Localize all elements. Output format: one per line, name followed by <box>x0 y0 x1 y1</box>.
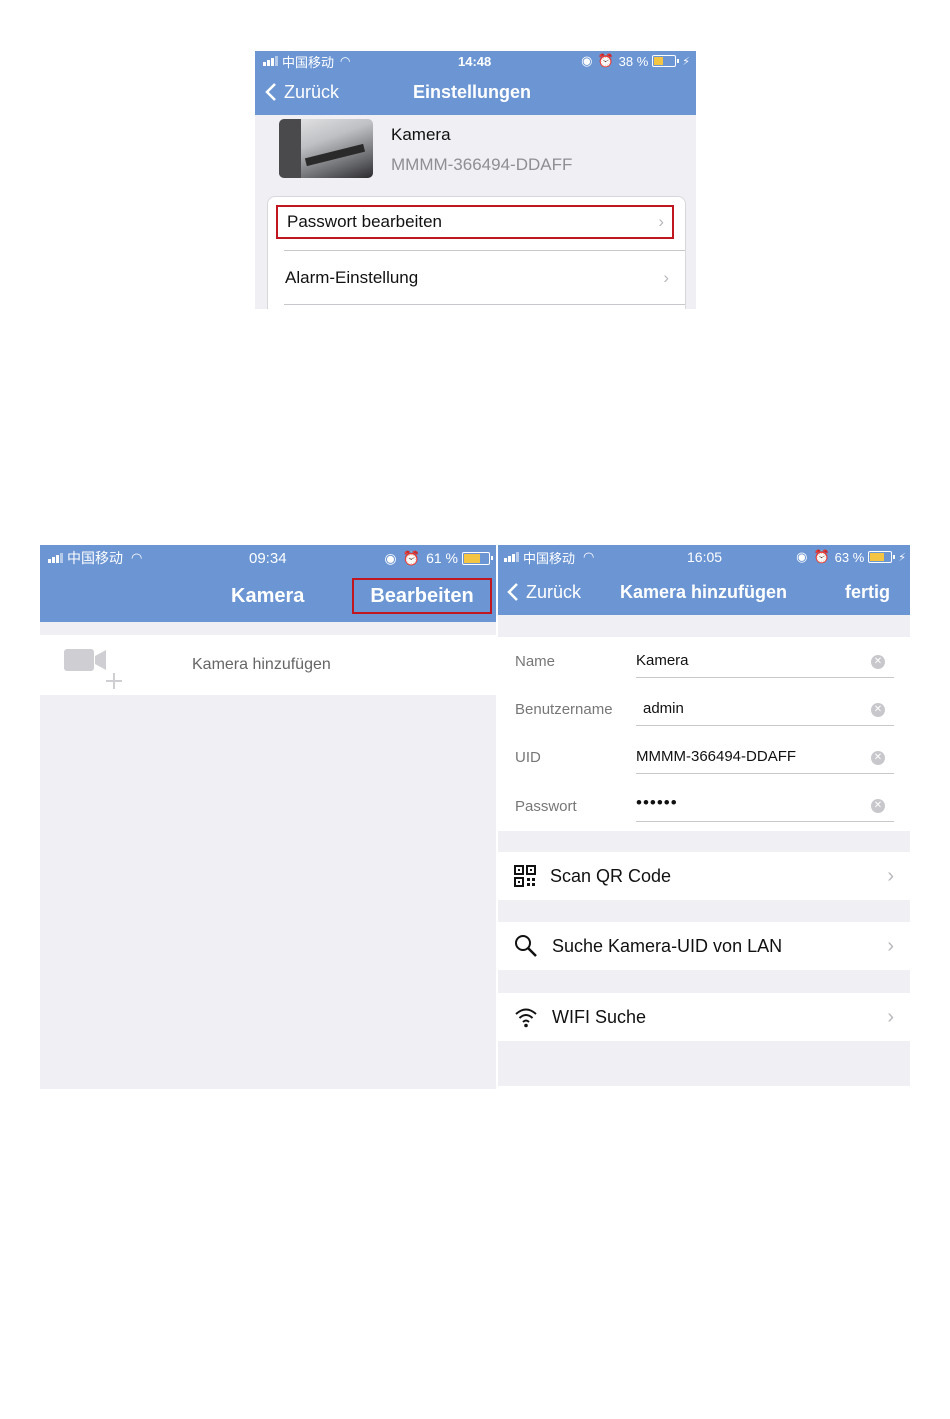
field-underline <box>636 725 894 726</box>
edit-label: Bearbeiten <box>370 584 474 607</box>
chevron-left-icon <box>265 83 276 101</box>
field-label: UID <box>515 749 541 766</box>
add-camera-label: Kamera hinzufügen <box>192 656 331 673</box>
field-label: Benutzername <box>515 701 613 718</box>
back-button[interactable]: Zurück <box>265 79 339 105</box>
divider <box>284 250 685 251</box>
search-lan-row[interactable]: Suche Kamera-UID von LAN › <box>498 922 910 970</box>
form-row-password: Passwort •••••• ✕ <box>498 781 910 829</box>
battery-percent: 61 % <box>426 550 458 566</box>
settings-list: Passwort bearbeiten › Alarm-Einstellung … <box>267 196 686 309</box>
alarm-icon: ⏰ <box>402 549 421 566</box>
scan-qr-row[interactable]: Scan QR Code › <box>498 852 910 900</box>
uid-field[interactable]: MMMM-366494-DDAFF <box>636 748 796 765</box>
back-label: Zurück <box>284 81 340 102</box>
field-underline <box>636 677 894 678</box>
divider <box>284 304 685 305</box>
battery-icon <box>868 551 896 563</box>
clear-icon[interactable]: ✕ <box>871 703 885 717</box>
form-row-username: Benutzername admin ✕ <box>498 685 910 733</box>
field-label: Name <box>515 653 556 670</box>
clear-icon[interactable]: ✕ <box>871 751 885 765</box>
camera-header: Kamera MMMM-366494-DDAFF <box>255 115 696 195</box>
battery-percent: 63 % <box>834 549 865 565</box>
battery-icon <box>652 55 680 67</box>
alarm-icon: ⏰ <box>813 549 830 564</box>
page-title: Kamera hinzufügen <box>620 582 788 602</box>
lock-rotation-icon: ◉ <box>384 549 397 566</box>
wifi-status-icon: ◠ <box>583 549 595 564</box>
done-button[interactable]: fertig <box>845 582 890 603</box>
signal-icon <box>504 552 519 562</box>
lock-rotation-icon: ◉ <box>796 549 808 564</box>
video-camera-add-icon <box>64 649 122 689</box>
battery-percent: 38 % <box>618 53 649 69</box>
action-label: Suche Kamera-UID von LAN <box>552 935 783 956</box>
wifi-search-row[interactable]: WIFI Suche › <box>498 993 910 1041</box>
name-field[interactable]: Kamera <box>636 652 689 669</box>
signal-icon <box>263 56 278 66</box>
chevron-right-icon: › <box>658 212 664 231</box>
wifi-status-icon: ◠ <box>131 550 143 565</box>
back-label: Zurück <box>526 581 582 602</box>
field-underline <box>636 821 894 822</box>
time-label: 14:48 <box>458 53 492 69</box>
form-row-uid: UID MMMM-366494-DDAFF ✕ <box>498 733 910 781</box>
chevron-right-icon: › <box>887 864 894 887</box>
back-button[interactable]: Zurück <box>507 579 581 605</box>
status-bar: 中国移动 ◠ 16:05 ◉ ⏰ 63 % ⚡ <box>498 547 910 567</box>
field-underline <box>636 773 894 774</box>
time-label: 09:34 <box>249 549 287 567</box>
search-icon <box>515 935 537 957</box>
chevron-left-icon <box>507 583 518 601</box>
list-item-label: Passwort bearbeiten <box>287 212 442 231</box>
chevron-right-icon: › <box>663 268 669 287</box>
chevron-right-icon: › <box>887 934 894 957</box>
add-camera-row[interactable]: Kamera hinzufügen <box>40 635 496 695</box>
carrier-label: 中国移动 <box>67 550 123 566</box>
edit-button[interactable]: Bearbeiten <box>352 578 492 614</box>
page-title: Einstellungen <box>413 82 532 102</box>
chevron-right-icon: › <box>887 1005 894 1028</box>
list-item-alarm-settings[interactable]: Alarm-Einstellung › <box>268 254 685 302</box>
camera-form: Name Kamera ✕ Benutzername admin ✕ UID M… <box>498 637 910 831</box>
clear-icon[interactable]: ✕ <box>871 799 885 813</box>
camera-thumbnail <box>279 119 373 178</box>
nav-bar: 中国移动 ◠ 09:34 ◉ ⏰ 61 % Kamera Bearbeiten <box>40 545 496 622</box>
carrier-label: 中国移动 <box>282 54 335 70</box>
wifi-status-icon: ◠ <box>340 54 351 68</box>
username-field[interactable]: admin <box>643 700 684 717</box>
action-label: WIFI Suche <box>552 1006 647 1027</box>
battery-icon <box>462 551 493 565</box>
field-label: Passwort <box>515 798 577 815</box>
wifi-icon <box>515 1008 537 1028</box>
password-field[interactable]: •••••• <box>636 793 678 813</box>
alarm-icon: ⏰ <box>597 53 614 68</box>
add-camera-screen: 中国移动 ◠ 16:05 ◉ ⏰ 63 % ⚡ Zurück Kamera hi… <box>498 545 910 1086</box>
lock-rotation-icon: ◉ <box>581 53 593 68</box>
nav-bar: 中国移动 ◠ 16:05 ◉ ⏰ 63 % ⚡ Zurück Kamera hi… <box>498 545 910 615</box>
signal-icon <box>48 553 63 563</box>
settings-screen: 中国移动 ◠ 14:48 ◉ ⏰ 38 % ⚡ Zurück Einstellu… <box>255 51 696 309</box>
list-item-edit-password[interactable]: Passwort bearbeiten › <box>276 205 674 239</box>
nav-bar: 中国移动 ◠ 14:48 ◉ ⏰ 38 % ⚡ Zurück Einstellu… <box>255 51 696 115</box>
camera-list-screen: 中国移动 ◠ 09:34 ◉ ⏰ 61 % Kamera Bearbeiten … <box>40 545 496 1089</box>
form-row-name: Name Kamera ✕ <box>498 637 910 685</box>
qr-code-icon <box>514 865 536 887</box>
page-title: Kamera <box>231 585 305 607</box>
clear-icon[interactable]: ✕ <box>871 655 885 669</box>
charging-icon: ⚡ <box>682 55 690 68</box>
status-bar: 中国移动 ◠ 14:48 ◉ ⏰ 38 % ⚡ <box>255 51 696 71</box>
status-bar: 中国移动 ◠ 09:34 ◉ ⏰ 61 % <box>40 548 496 568</box>
list-item-label: Alarm-Einstellung <box>285 268 419 287</box>
action-label: Scan QR Code <box>550 865 672 886</box>
camera-name: Kamera <box>391 125 451 144</box>
charging-icon: ⚡ <box>898 551 906 564</box>
time-label: 16:05 <box>687 549 723 565</box>
camera-uid: MMMM-366494-DDAFF <box>391 155 573 174</box>
carrier-label: 中国移动 <box>523 550 576 566</box>
